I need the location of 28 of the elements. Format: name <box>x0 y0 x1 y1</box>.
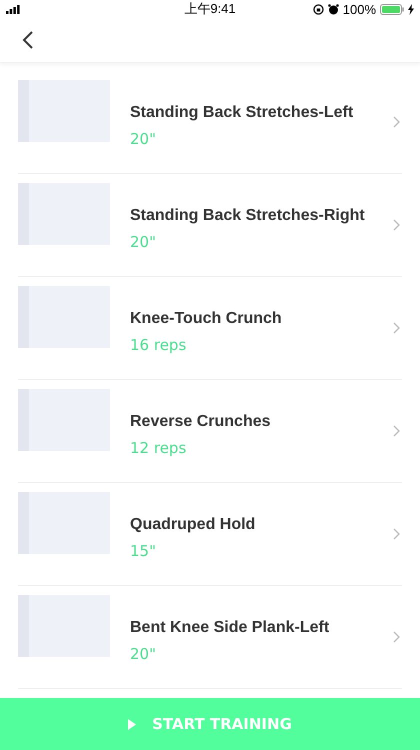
chevron-left-icon <box>22 30 34 50</box>
rotation-lock-icon <box>312 4 324 14</box>
exercise-duration: 20" <box>130 645 157 663</box>
exercise-duration: 12 reps <box>130 439 188 457</box>
chevron-right-icon <box>393 322 400 334</box>
play-icon <box>128 718 136 730</box>
status-time: 上午9:41 <box>184 1 236 16</box>
exercise-name: Bent Knee Side Plank-Left <box>130 619 330 637</box>
exercise-name: Reverse Crunches <box>130 413 272 431</box>
chevron-right-icon <box>393 425 400 437</box>
exercise-name: Quadruped Hold <box>130 516 256 534</box>
exercise-duration: 15" <box>130 542 157 560</box>
exercise-duration: 16 reps <box>130 336 188 354</box>
battery-icon <box>380 4 404 14</box>
exercise-name: Knee-Touch Crunch <box>130 310 283 328</box>
chevron-right-icon <box>393 631 400 643</box>
exercise-duration: 20" <box>130 233 157 251</box>
chevron-right-icon <box>393 528 400 540</box>
alarm-clock-icon <box>328 4 339 14</box>
exercise-name: Standing Back Stretches-Right <box>130 207 366 225</box>
exercise-name: Standing Back Stretches-Left <box>130 104 354 122</box>
chevron-right-icon <box>393 219 400 231</box>
start-training-button[interactable]: START TRAINING <box>0 698 420 750</box>
chevron-right-icon <box>393 116 400 128</box>
charging-icon <box>408 4 414 14</box>
signal-icon <box>6 4 20 14</box>
battery-percentage: 100% <box>342 2 376 16</box>
exercise-duration: 20" <box>130 130 157 148</box>
